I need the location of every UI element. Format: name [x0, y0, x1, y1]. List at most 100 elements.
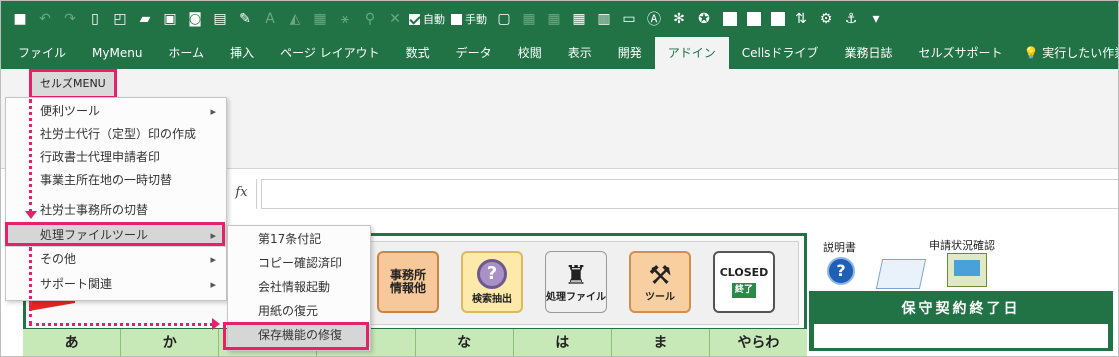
auto-calc-checkbox[interactable]: 自動 — [409, 11, 445, 27]
new-file-icon[interactable]: ▯ — [84, 8, 106, 30]
kana-tab-a[interactable]: あ — [23, 329, 122, 356]
tab-work-diary[interactable]: 業務日誌 — [831, 37, 905, 69]
tool-icon: ⚒ ツール — [629, 251, 691, 313]
square-icon[interactable] — [771, 12, 785, 26]
window-icon[interactable]: ▢ — [493, 8, 515, 30]
manual-calc-checkbox[interactable]: 手動 — [451, 11, 487, 27]
menu-item-sharoushi-seal[interactable]: 社労士代行（定型）印の作成 — [6, 123, 226, 146]
print-preview-icon[interactable]: ◰ — [109, 8, 131, 30]
menu-item-address-switch[interactable]: 事業主所在地の一時切替 — [6, 169, 226, 192]
kana-tab-ha[interactable]: は — [513, 329, 612, 356]
connector-line — [29, 247, 32, 325]
closed-sign-icon: CLOSED 終了 — [713, 251, 775, 313]
tell-me-label: 実行したい作業を — [1042, 46, 1118, 60]
contract-end-title: 保守契約終了日 — [901, 301, 1021, 317]
tab-formulas[interactable]: 数式 — [393, 37, 443, 69]
process-file-icon: ♜ 処理ファイル — [545, 251, 607, 313]
table-icon[interactable]: ▦ — [568, 8, 590, 30]
quick-access-toolbar: ■ ↶ ↷ ▯ ◰ ▰ ▣ ◙ ▤ ✎ A ◭ ▦ ⚹ ⚲ ✕ 自動 手動 ▢ … — [1, 1, 1118, 37]
process-file-tool[interactable]: ♜ 処理ファイル — [540, 246, 612, 318]
undo-icon[interactable]: ↶ — [34, 8, 56, 30]
kana-tab-na[interactable]: な — [415, 329, 514, 356]
manual-calc-label: 手動 — [465, 13, 487, 26]
tab-view[interactable]: 表示 — [555, 37, 605, 69]
copy-icon[interactable]: ▤ — [209, 8, 231, 30]
kana-tab-ka[interactable]: か — [121, 329, 220, 356]
kana-tab-yarawa[interactable]: やらわ — [709, 329, 807, 356]
office-info-label: 事務所 情報他 — [377, 251, 439, 313]
tool-icons-panel: 事務所 情報他 ? 検索抽出 ♜ 処理ファイル ⚒ ツール CLOSED 終了 — [367, 241, 799, 325]
fill-color-icon[interactable]: ◭ — [284, 8, 306, 30]
menu-item-office-switch[interactable]: 社労士事務所の切替 — [6, 199, 226, 222]
submenu-item-paper-restore[interactable]: 用紙の復元 — [228, 300, 370, 323]
tab-review[interactable]: 校閲 — [505, 37, 555, 69]
help-icon[interactable]: ? — [827, 257, 855, 285]
wrench-icon: ⚒ — [648, 260, 672, 291]
grid-icon[interactable]: ▦ — [518, 8, 540, 30]
tab-developer[interactable]: 開発 — [605, 37, 655, 69]
menu-item-convenient-tools[interactable]: 便利ツール — [6, 100, 226, 123]
connector-line — [29, 323, 213, 326]
split-icon[interactable]: ▥ — [593, 8, 615, 30]
arrow-down-icon — [25, 211, 37, 219]
tab-addins[interactable]: アドイン — [654, 37, 729, 69]
menu-item-process-file-tools[interactable]: 処理ファイルツール — [6, 224, 226, 247]
tab-file[interactable]: ファイル — [5, 37, 79, 69]
arrow-right-icon — [212, 318, 220, 330]
formula-input[interactable] — [261, 179, 1118, 209]
borders-icon[interactable]: ▦ — [309, 8, 331, 30]
square-icon[interactable] — [747, 12, 761, 26]
tab-page-layout[interactable]: ページ レイアウト — [267, 37, 393, 69]
font-color-icon[interactable]: A — [259, 8, 281, 30]
tab-home[interactable]: ホーム — [155, 37, 217, 69]
contract-end-panel: 保守契約終了日 — [809, 291, 1113, 351]
square-icon[interactable] — [723, 12, 737, 26]
menu-item-support[interactable]: サポート関連 — [6, 273, 226, 296]
tell-me-box[interactable]: 💡 実行したい作業を — [1015, 37, 1118, 69]
grid2-icon[interactable]: ▦ — [543, 8, 565, 30]
calendar-icon[interactable] — [875, 259, 927, 289]
redo-icon[interactable]: ↷ — [59, 8, 81, 30]
tab-insert[interactable]: 挿入 — [217, 37, 267, 69]
submenu-item-save-repair[interactable]: 保存機能の修復 — [228, 324, 370, 347]
status-check-label: 申請状況確認 — [929, 239, 995, 252]
close-tool[interactable]: CLOSED 終了 — [708, 246, 780, 318]
submenu-item-article17[interactable]: 第17条付記 — [228, 228, 370, 251]
format-painter-icon[interactable]: ✎ — [234, 8, 256, 30]
search-extract-icon: ? 検索抽出 — [461, 251, 523, 313]
cells-menu-button[interactable]: セルズMENU ▾ — [31, 71, 115, 114]
text-box-icon[interactable]: Ⓐ — [643, 8, 665, 30]
tab-cells-support[interactable]: セルズサポート — [905, 37, 1015, 69]
fx-icon[interactable]: fx — [227, 179, 257, 209]
tab-data[interactable]: データ — [443, 37, 505, 69]
print-icon[interactable]: ▣ — [159, 8, 181, 30]
kana-tab-ma[interactable]: ま — [611, 329, 710, 356]
tab-cells-drive[interactable]: Cellsドライブ — [729, 37, 832, 69]
submenu-item-company-info[interactable]: 会社情報起動 — [228, 276, 370, 299]
remove-arrows-icon[interactable]: ✕ — [384, 8, 406, 30]
search-extract-tool[interactable]: ? 検索抽出 — [456, 246, 528, 318]
dots-icon[interactable]: ▭ — [618, 8, 640, 30]
contract-end-field[interactable] — [814, 324, 1108, 348]
submenu-item-copy-confirmed[interactable]: コピー確認済印 — [228, 252, 370, 275]
tool-tool[interactable]: ⚒ ツール — [624, 246, 696, 318]
exit-label: 終了 — [731, 283, 756, 298]
menu-item-gyosei-seal[interactable]: 行政書士代理申請者印 — [6, 146, 226, 169]
anchor-icon[interactable]: ⚓ — [840, 8, 862, 30]
trace-icon[interactable]: ⚹ — [334, 8, 356, 30]
snowflake-icon[interactable]: ✻ — [668, 8, 690, 30]
sort-icon[interactable]: ⇅ — [790, 8, 812, 30]
auto-calc-label: 自動 — [423, 13, 445, 26]
menu-item-other[interactable]: その他 — [6, 248, 226, 271]
excel-window: ■ ↶ ↷ ▯ ◰ ▰ ▣ ◙ ▤ ✎ A ◭ ▦ ⚹ ⚲ ✕ 自動 手動 ▢ … — [0, 0, 1119, 357]
customize-icon[interactable]: ▾ — [865, 8, 887, 30]
network-icon[interactable]: ⚲ — [359, 8, 381, 30]
tab-mymenu[interactable]: MyMenu — [79, 37, 155, 69]
save-icon[interactable]: ■ — [9, 8, 31, 30]
computer-icon[interactable] — [947, 253, 987, 287]
open-folder-icon[interactable]: ▰ — [134, 8, 156, 30]
star-icon[interactable]: ✪ — [693, 8, 715, 30]
camera-icon[interactable]: ◙ — [184, 8, 206, 30]
office-info-tool[interactable]: 事務所 情報他 — [372, 246, 444, 318]
gear-icon[interactable]: ⚙ — [815, 8, 837, 30]
